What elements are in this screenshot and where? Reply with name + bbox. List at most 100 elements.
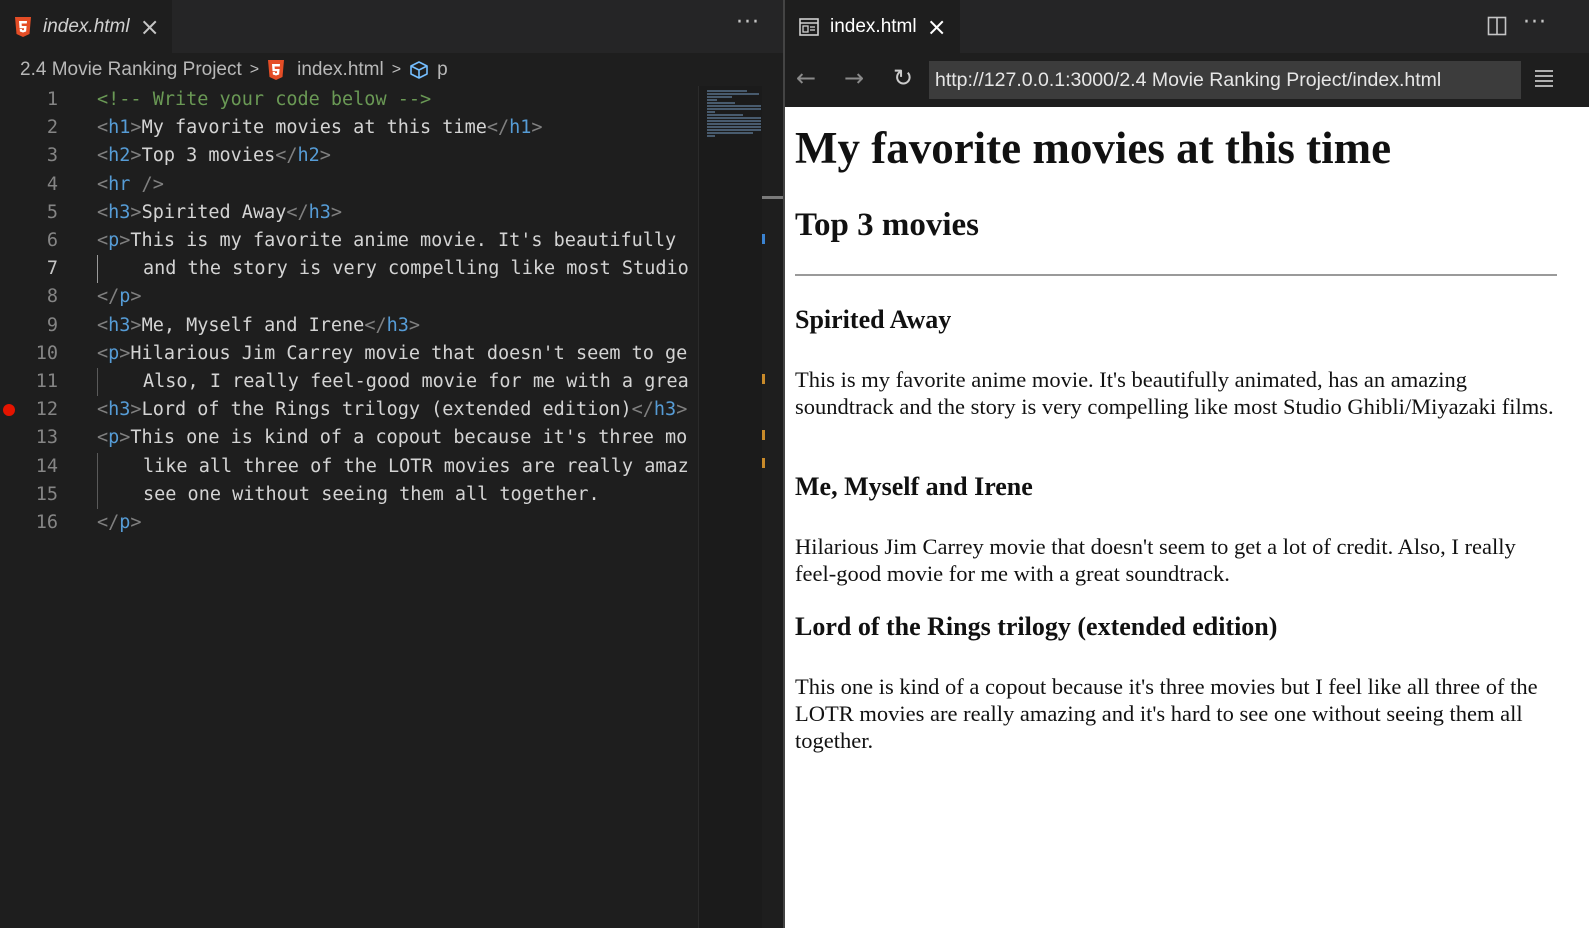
breadcrumb-folder[interactable]: 2.4 Movie Ranking Project: [20, 59, 242, 81]
line-number: 8: [46, 286, 58, 308]
forward-arrow-icon[interactable]: →: [839, 63, 869, 93]
movie-title: Spirited Away: [795, 305, 952, 334]
preview-tab-index-html[interactable]: index.html ×: [785, 0, 960, 53]
movie-description: This one is kind of a copout because it'…: [795, 674, 1538, 753]
code-content: Top 3 movies: [141, 145, 276, 167]
code-line[interactable]: 7 and the story is very compelling like m…: [0, 255, 698, 284]
breadcrumb: 2.4 Movie Ranking Project > index.html >…: [20, 56, 448, 84]
code-punct: >: [130, 117, 142, 139]
code-text: <h3>Lord of the Rings trilogy (extended …: [97, 396, 687, 424]
line-number: 2: [46, 117, 58, 139]
code-punct: </: [631, 399, 654, 421]
line-number: 9: [46, 314, 58, 336]
indent-guide: [97, 452, 98, 481]
overview-ruler-mark: [762, 374, 765, 384]
code-tag-name: p: [108, 427, 120, 449]
code-punct: >: [408, 314, 421, 336]
code-punct: <: [97, 427, 109, 449]
line-number: 3: [46, 145, 58, 167]
code-text: and the story is very compelling like mo…: [143, 255, 689, 283]
browser-nav-bar: ← → ↻ http://127.0.0.1:3000/2.4 Movie Ra…: [785, 53, 1589, 107]
chevron-right-icon: >: [391, 61, 402, 78]
code-text: like all three of the LOTR movies are re…: [143, 453, 689, 481]
more-actions-icon[interactable]: ···: [736, 12, 760, 34]
minimap-line: [707, 117, 761, 119]
code-text: <h3>Me, Myself and Irene</h3>: [97, 312, 420, 340]
code-punct: >: [330, 201, 343, 223]
code-punct: >: [119, 342, 131, 364]
code-punct: <: [97, 173, 109, 195]
code-line[interactable]: 14 like all three of the LOTR movies are …: [0, 452, 698, 481]
breadcrumb-symbol[interactable]: p: [437, 59, 448, 81]
more-actions-icon[interactable]: ···: [1523, 12, 1547, 34]
code-line[interactable]: 8 </p>: [0, 283, 698, 311]
code-content: Me, Myself and Irene: [141, 314, 365, 336]
vertical-scrollbar[interactable]: [762, 86, 784, 928]
code-line[interactable]: 2 <h1>My favorite movies at this time</h1…: [0, 114, 698, 142]
code-text: <!-- Write your code below -->: [97, 86, 431, 114]
preview-icon: [799, 17, 819, 36]
minimap-line: [707, 135, 715, 137]
code-editor[interactable]: 1 <!-- Write your code below --> 2 <h1>My f…: [0, 86, 698, 928]
html5-icon: [15, 16, 31, 37]
minimap-line: [707, 90, 747, 92]
code-line[interactable]: 5 <h3>Spirited Away</h3>: [0, 199, 698, 227]
minimap-line: [707, 120, 761, 122]
code-tag-name: hr: [108, 173, 131, 195]
code-line[interactable]: 12 <h3>Lord of the Rings trilogy (extende…: [0, 396, 698, 424]
breadcrumb-file[interactable]: index.html: [297, 59, 384, 81]
code-line[interactable]: 4 <hr />: [0, 171, 698, 199]
code-content: This is my favorite anime movie. It's be…: [130, 230, 677, 251]
minimap-line: [707, 102, 735, 104]
minimap[interactable]: [698, 86, 762, 928]
code-line[interactable]: 10 <p>Hilarious Jim Carrey movie that doe…: [0, 340, 698, 368]
code-line[interactable]: 3 <h2>Top 3 movies</h2>: [0, 142, 698, 170]
code-content: Also, I really feel-good movie for me wi…: [143, 371, 689, 392]
movie-title: Lord of the Rings trilogy (extended edit…: [795, 612, 1278, 641]
split-editor-icon[interactable]: [1487, 16, 1507, 36]
code-text: <h2>Top 3 movies</h2>: [97, 142, 331, 170]
code-line[interactable]: 13 <p>This one is kind of a copout becaus…: [0, 424, 698, 452]
code-punct: >: [130, 399, 142, 421]
code-line[interactable]: 11 Also, I really feel-good movie for me …: [0, 368, 698, 397]
code-punct: <: [97, 117, 109, 139]
code-punct: </: [364, 314, 387, 336]
code-punct: >: [130, 314, 142, 336]
code-punct: >: [130, 145, 142, 167]
line-number: 1: [46, 89, 58, 110]
reload-icon[interactable]: ↻: [888, 63, 918, 93]
html5-icon: [268, 60, 285, 80]
editor-tab-bar: index.html × ···: [0, 0, 784, 53]
code-line[interactable]: 15 see one without seeing them all togeth…: [0, 480, 698, 509]
code-line[interactable]: 9 <h3>Me, Myself and Irene</h3>: [0, 312, 698, 340]
overview-ruler-mark: [762, 234, 765, 244]
movie-description: Hilarious Jim Carrey movie that doesn't …: [795, 534, 1516, 586]
code-text: Also, I really feel-good movie for me wi…: [143, 368, 689, 396]
address-bar[interactable]: http://127.0.0.1:3000/2.4 Movie Ranking …: [929, 61, 1521, 99]
code-punct: >: [130, 512, 142, 533]
scrollbar-thumb[interactable]: [762, 196, 784, 199]
code-punct: </: [286, 201, 309, 223]
code-text: see one without seeing them all together…: [143, 481, 600, 509]
code-comment: <!-- Write your code below -->: [97, 89, 432, 110]
close-icon[interactable]: ×: [927, 15, 947, 39]
page-subheading: Top 3 movies: [795, 207, 979, 243]
code-punct: <: [97, 145, 109, 167]
preview-tab-bar: index.html × ···: [785, 0, 1589, 53]
code-content: Lord of the Rings trilogy (extended edit…: [141, 399, 632, 421]
editor-tab-index-html[interactable]: index.html ×: [0, 0, 172, 53]
code-punct: >: [119, 427, 131, 449]
code-text: <p>This is my favorite anime movie. It's…: [97, 227, 676, 255]
code-punct: >: [119, 230, 131, 251]
code-punct: <: [97, 230, 109, 251]
back-arrow-icon[interactable]: ←: [791, 63, 821, 93]
line-number: 10: [35, 342, 58, 364]
code-line[interactable]: 16 </p>: [0, 509, 698, 537]
code-punct: >: [130, 286, 142, 308]
code-line[interactable]: 1 <!-- Write your code below -->: [0, 86, 698, 114]
code-content: like all three of the LOTR movies are re…: [143, 455, 689, 477]
hamburger-menu-icon[interactable]: [1533, 67, 1555, 89]
close-icon[interactable]: ×: [140, 15, 160, 39]
code-tag-name: h2: [297, 145, 320, 167]
code-line[interactable]: 6 <p>This is my favorite anime movie. It'…: [0, 227, 698, 255]
